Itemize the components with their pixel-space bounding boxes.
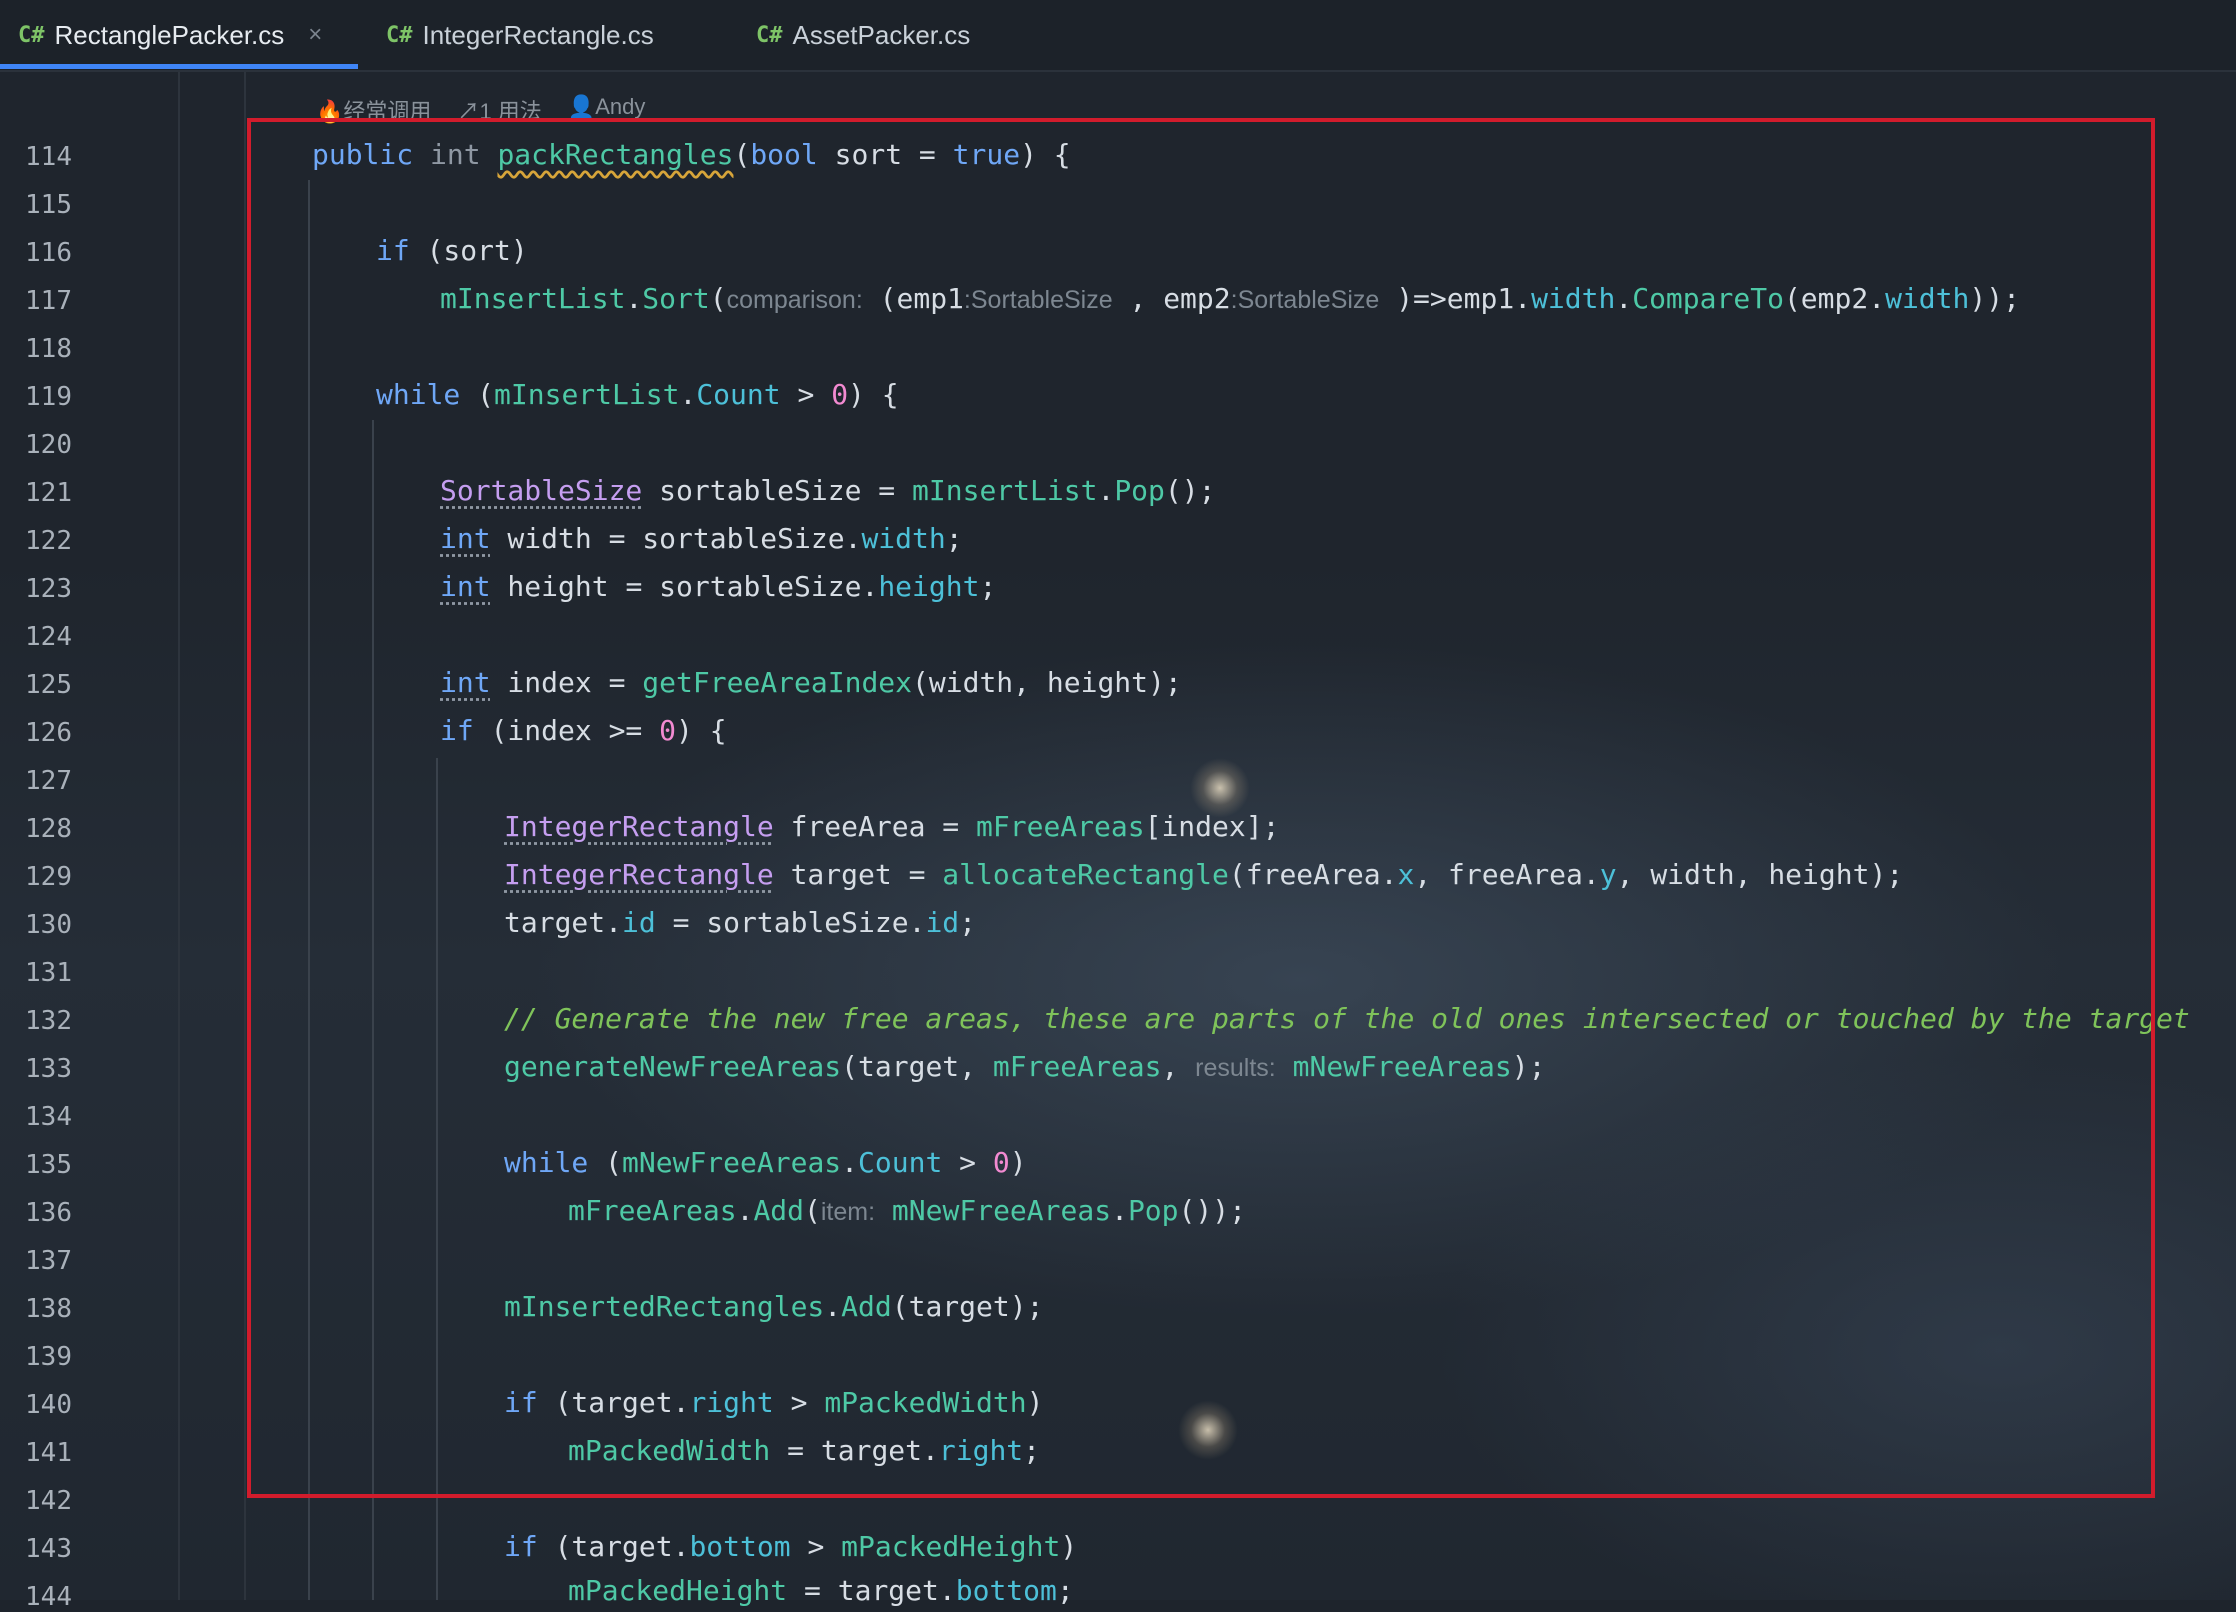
line-number: 117 bbox=[25, 286, 72, 316]
person-icon: 👤 bbox=[567, 94, 596, 119]
line-number: 129 bbox=[25, 862, 72, 892]
line-number: 130 bbox=[25, 910, 72, 940]
csharp-file-icon: C# bbox=[756, 22, 783, 48]
tab-rectanglepacker[interactable]: C# RectanglePacker.cs × bbox=[18, 0, 322, 70]
tab-label: RectanglePacker.cs bbox=[54, 19, 285, 50]
line-number: 142 bbox=[25, 1486, 72, 1516]
line-number: 123 bbox=[25, 574, 72, 604]
line-number: 137 bbox=[25, 1246, 72, 1276]
tab-integerrectangle[interactable]: C# IntegerRectangle.cs bbox=[386, 0, 654, 70]
csharp-file-icon: C# bbox=[18, 22, 45, 48]
line-number: 118 bbox=[25, 334, 72, 364]
active-tab-indicator bbox=[0, 64, 358, 69]
csharp-file-icon: C# bbox=[386, 22, 413, 48]
line-number: 128 bbox=[25, 814, 72, 844]
line-number: 119 bbox=[25, 382, 72, 412]
line-number: 133 bbox=[25, 1054, 72, 1084]
code-line-143[interactable]: if (target.bottom > mPackedHeight) bbox=[504, 1530, 1077, 1563]
line-number: 141 bbox=[25, 1438, 72, 1468]
line-number: 121 bbox=[25, 478, 72, 508]
line-number: 131 bbox=[25, 958, 72, 988]
line-number: 140 bbox=[25, 1390, 72, 1420]
gutter-divider bbox=[244, 70, 246, 1600]
line-number: 122 bbox=[25, 526, 72, 556]
line-number: 116 bbox=[25, 238, 72, 268]
line-number: 125 bbox=[25, 670, 72, 700]
editor-tab-bar: C# RectanglePacker.cs × C# IntegerRectan… bbox=[0, 0, 2236, 72]
line-number: 143 bbox=[25, 1534, 72, 1564]
line-number: 114 bbox=[25, 142, 72, 172]
line-number: 127 bbox=[25, 766, 72, 796]
line-number: 115 bbox=[25, 190, 72, 220]
selection-highlight-box bbox=[247, 118, 2155, 1498]
line-number: 135 bbox=[25, 1150, 72, 1180]
line-number: 136 bbox=[25, 1198, 72, 1228]
line-number: 134 bbox=[25, 1102, 72, 1132]
line-number: 120 bbox=[25, 430, 72, 460]
tab-label: IntegerRectangle.cs bbox=[422, 19, 654, 50]
close-icon[interactable]: × bbox=[308, 21, 322, 49]
code-line-144[interactable]: mPackedHeight = target.bottom; bbox=[568, 1574, 1074, 1607]
tab-assetpacker[interactable]: C# AssetPacker.cs bbox=[756, 0, 970, 70]
tab-label: AssetPacker.cs bbox=[792, 19, 971, 50]
gutter-divider bbox=[178, 70, 180, 1600]
line-number: 138 bbox=[25, 1294, 72, 1324]
line-number: 124 bbox=[25, 622, 72, 652]
line-number: 126 bbox=[25, 718, 72, 748]
line-number: 132 bbox=[25, 1006, 72, 1036]
line-number: 139 bbox=[25, 1342, 72, 1372]
line-number: 144 bbox=[25, 1582, 72, 1612]
